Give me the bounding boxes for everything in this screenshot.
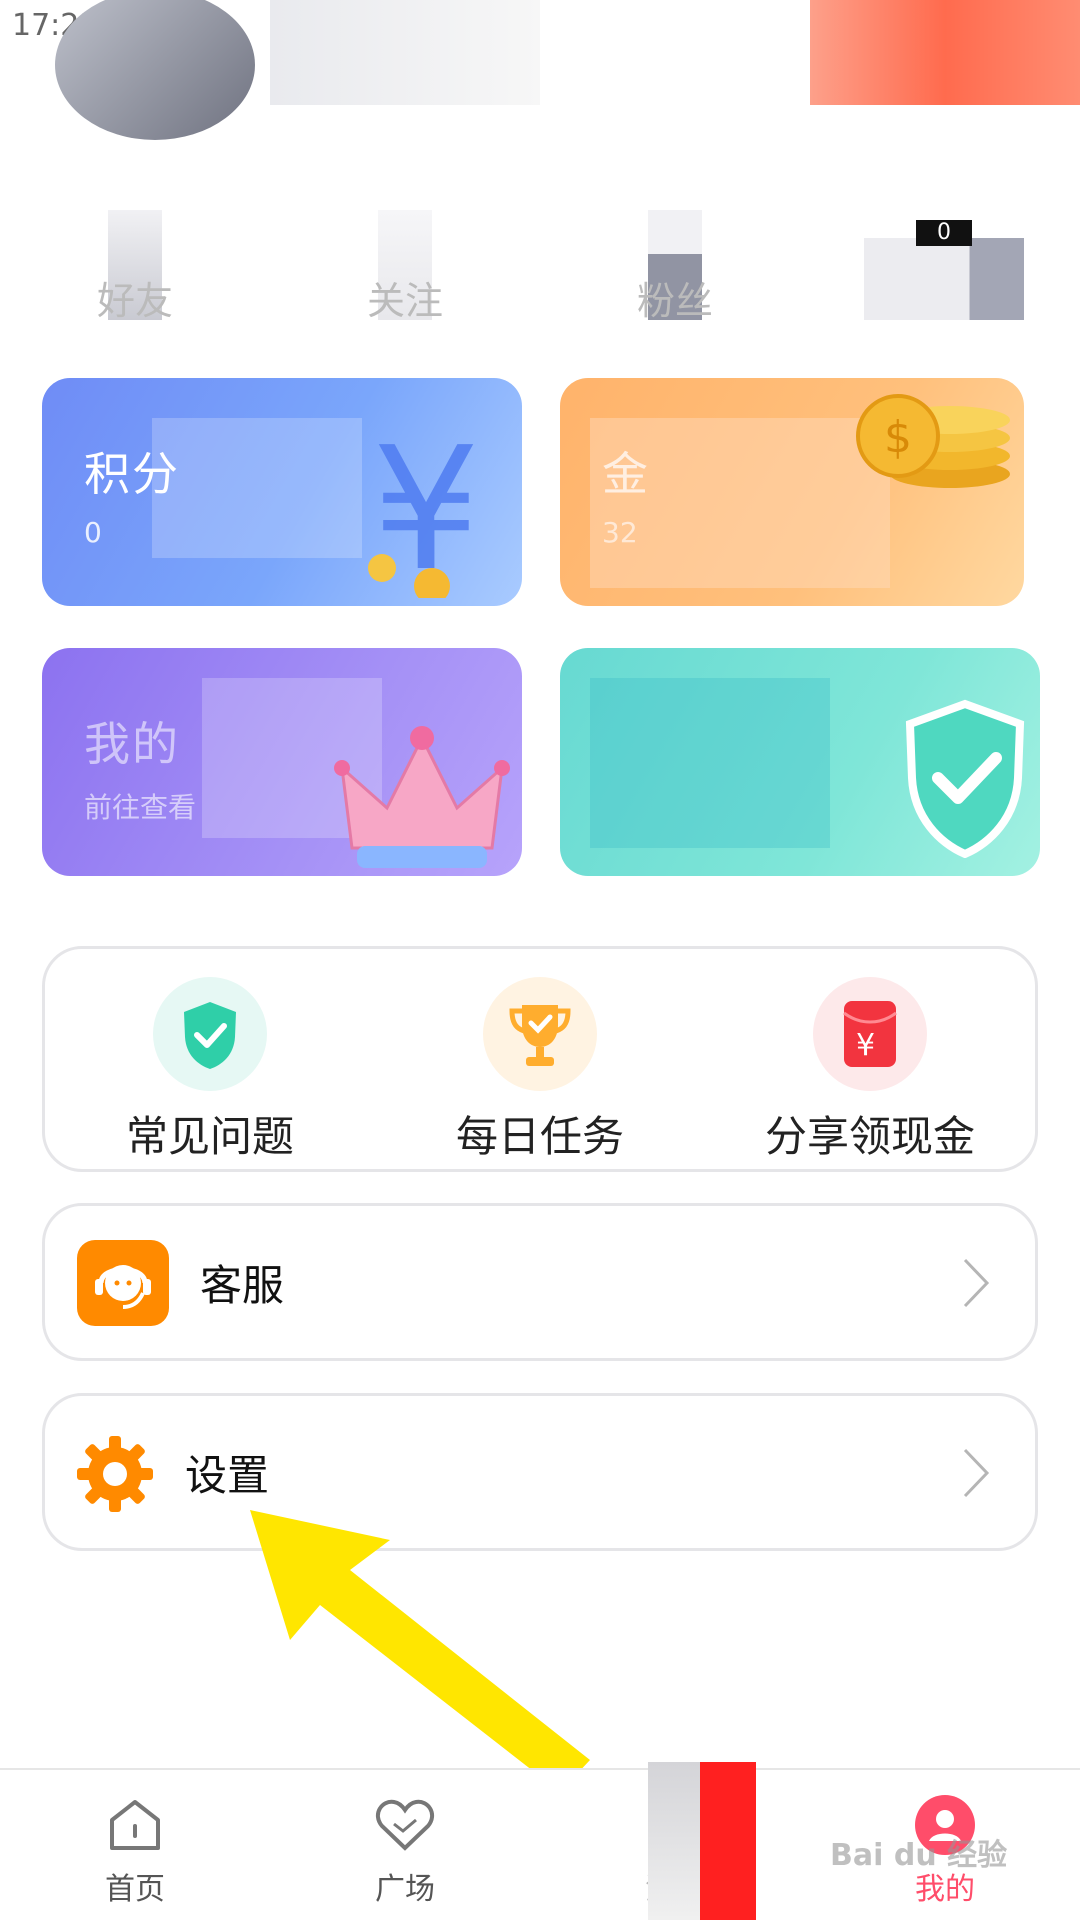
quick-action-label: 分享领现金 <box>764 1112 975 1161</box>
quick-action-label: 每日任务 <box>455 1112 624 1161</box>
heart-icon <box>370 1790 440 1860</box>
annotation-arrow <box>250 1510 590 1792</box>
card-vip-sub: 前往查看 <box>84 791 197 824</box>
watermark: Bai du 经验 <box>830 1838 1008 1873</box>
chevron-right-icon <box>963 1448 990 1498</box>
nav-badge <box>700 1762 756 1920</box>
quick-action-label: 常见问题 <box>125 1112 294 1161</box>
stat-fans[interactable]: 粉丝 <box>590 210 760 330</box>
avatar[interactable] <box>55 0 255 140</box>
red-envelope-icon: ¥ <box>813 977 927 1091</box>
card-vip-title: 我的 <box>84 717 180 771</box>
quick-action-share-cash[interactable]: ¥ 分享领现金 <box>720 977 1020 1164</box>
card-coins[interactable]: 金 32 $ <box>560 378 1024 606</box>
stat-label: 关注 <box>366 279 443 323</box>
card-vip[interactable]: 我的 前往查看 <box>42 648 522 876</box>
coins-icon: $ <box>856 394 1010 488</box>
stat-label: 好友 <box>96 279 173 323</box>
menu-row-customer-service[interactable]: 客服 <box>42 1203 1038 1361</box>
yuan-icon: ¥ <box>368 418 480 598</box>
crown-icon <box>334 726 510 868</box>
stat-following[interactable]: 关注 <box>320 210 490 330</box>
home-icon <box>100 1790 170 1860</box>
vip-banner[interactable] <box>810 0 1080 105</box>
stat-visitors-count: 0 <box>916 220 972 246</box>
svg-text:$: $ <box>884 412 912 463</box>
user-name-block <box>270 0 540 105</box>
nav-label: 首页 <box>105 1872 165 1907</box>
nav-obscured-block <box>648 1762 702 1920</box>
shield-check-icon <box>153 977 267 1091</box>
card-points-value: 0 <box>84 516 102 549</box>
nav-home[interactable]: 首页 <box>65 1790 205 1908</box>
nav-plaza[interactable]: 广场 <box>335 1790 475 1908</box>
nav-label: 广场 <box>375 1872 435 1907</box>
menu-label-customer-service: 客服 <box>200 1261 285 1310</box>
card-points[interactable]: 积分 0 ¥ <box>42 378 522 606</box>
stat-label: 粉丝 <box>636 279 713 323</box>
shield-check-icon <box>905 699 1025 858</box>
stat-visitors[interactable]: 0 <box>864 220 1024 320</box>
quick-actions-panel: 常见问题 每日任务 ¥ 分享领现金 <box>42 946 1038 1172</box>
customer-service-icon <box>77 1240 169 1326</box>
svg-text:¥: ¥ <box>856 1028 875 1063</box>
card-security[interactable] <box>560 648 1040 876</box>
trophy-icon <box>483 977 597 1091</box>
menu-label-settings: 设置 <box>185 1451 270 1500</box>
chevron-right-icon <box>963 1258 990 1308</box>
stat-friends[interactable]: 好友 <box>50 210 220 330</box>
quick-action-faq[interactable]: 常见问题 <box>60 977 360 1164</box>
gear-icon <box>77 1436 153 1512</box>
quick-action-daily-task[interactable]: 每日任务 <box>390 977 690 1164</box>
